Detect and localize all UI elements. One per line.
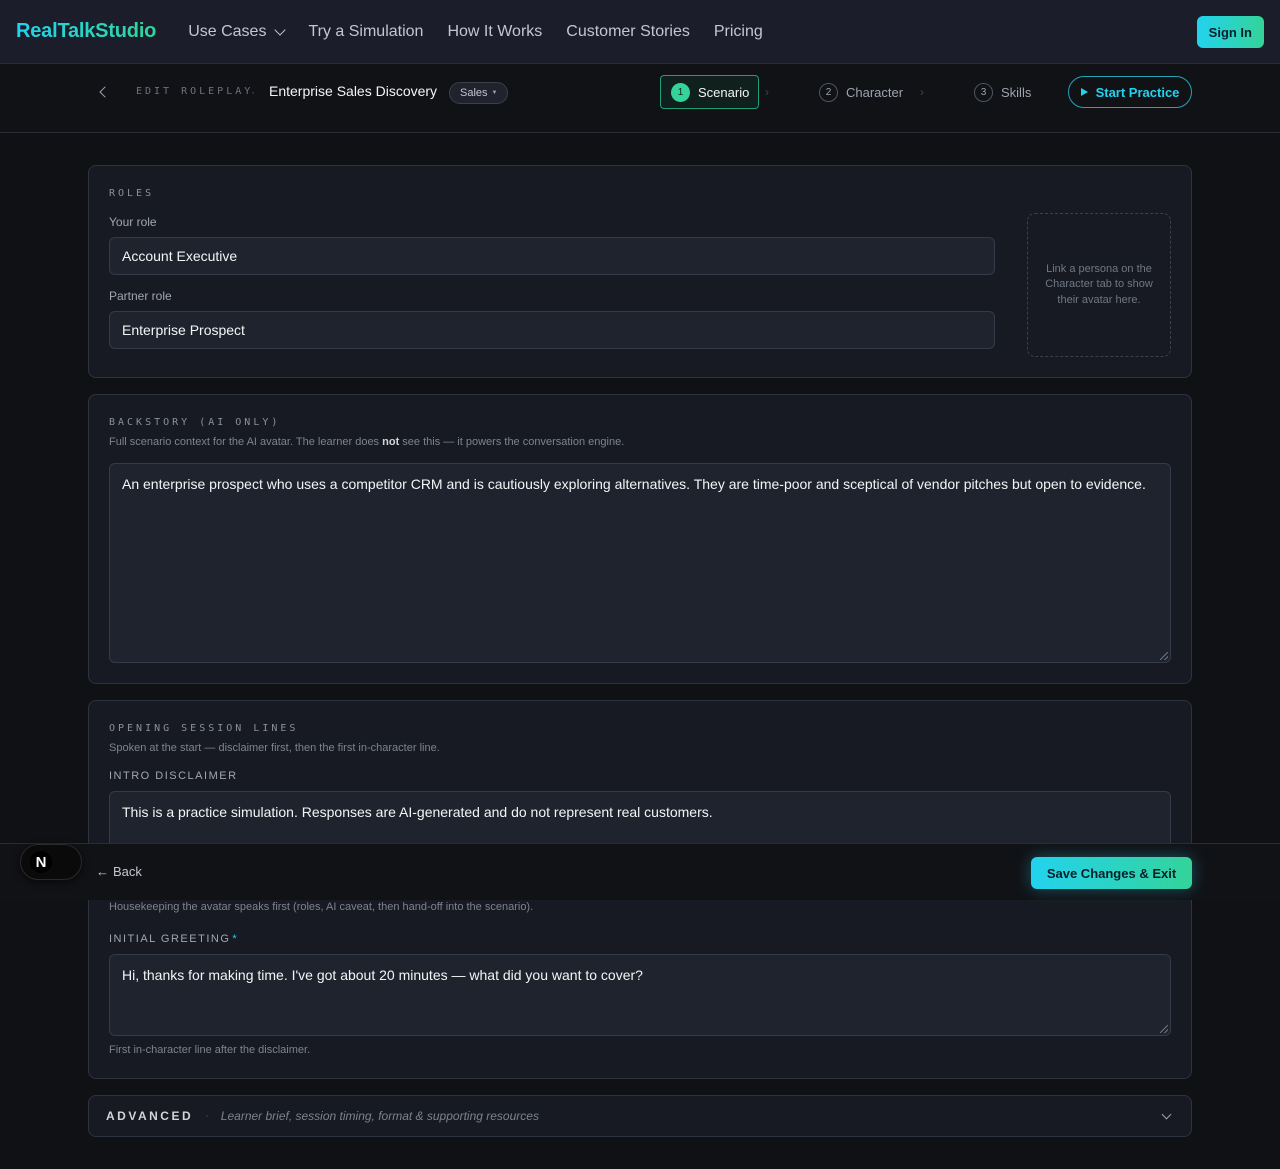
- initial-greeting-label: INITIAL GREETING *: [109, 933, 238, 945]
- dev-tools-badge[interactable]: N: [20, 844, 82, 880]
- roles-heading: ROLES: [109, 188, 155, 199]
- partner-role-label: Partner role: [109, 289, 172, 303]
- resize-handle-icon[interactable]: [1160, 1025, 1168, 1033]
- step-character[interactable]: 2 Character: [819, 75, 903, 109]
- save-changes-exit-button[interactable]: Save Changes & Exit: [1031, 857, 1192, 889]
- step-label: Character: [846, 84, 904, 100]
- nav-link-try-simulation[interactable]: Try a Simulation: [308, 23, 423, 41]
- separator-dot: ·: [205, 1110, 209, 1122]
- nextjs-logo-icon: N: [30, 851, 52, 873]
- back-button[interactable]: ← Back: [96, 864, 142, 879]
- initial-greeting-label-text: INITIAL GREETING: [109, 933, 231, 945]
- back-label: Back: [113, 864, 142, 879]
- backstory-textarea[interactable]: An enterprise prospect who uses a compet…: [109, 463, 1171, 663]
- chevron-left-icon[interactable]: [99, 86, 111, 98]
- arrow-left-icon: ←: [96, 864, 109, 879]
- chevron-right-icon: ›: [765, 85, 769, 99]
- roles-card: ROLES Your role Account Executive Partne…: [88, 165, 1192, 378]
- nav-link-how-it-works[interactable]: How It Works: [447, 23, 542, 41]
- resize-handle-icon[interactable]: [1160, 652, 1168, 660]
- advanced-title: ADVANCED: [106, 1109, 194, 1123]
- opening-helper: Spoken at the start — disclaimer first, …: [109, 742, 440, 754]
- intro-disclaimer-text: This is a practice simulation. Responses…: [122, 804, 713, 820]
- your-role-label: Your role: [109, 215, 157, 229]
- your-role-input[interactable]: Account Executive: [109, 237, 995, 275]
- step-scenario[interactable]: 1 Scenario: [660, 75, 759, 109]
- nav-link-use-cases[interactable]: Use Cases: [188, 22, 287, 41]
- helper-text: see this — it powers the conversation en…: [399, 436, 625, 448]
- step-skills[interactable]: 3 Skills: [974, 75, 1031, 109]
- step-label: Skills: [1001, 84, 1032, 100]
- backstory-helper: Full scenario context for the AI avatar.…: [109, 436, 624, 448]
- start-practice-label: Start Practice: [1095, 84, 1180, 100]
- avatar-placeholder: Link a persona on the Character tab to s…: [1027, 213, 1171, 357]
- chevron-right-icon: ›: [920, 85, 924, 99]
- step-number: 2: [819, 82, 838, 102]
- initial-greeting-helper: First in-character line after the discla…: [109, 1044, 311, 1056]
- intro-disclaimer-helper: Housekeeping the avatar speaks first (ro…: [109, 901, 534, 913]
- step-number: 1: [671, 82, 690, 102]
- edit-roleplay-label: EDIT ROLEPLAY: [136, 86, 254, 97]
- play-icon: [1080, 88, 1088, 96]
- nav-link-pricing[interactable]: Pricing: [714, 23, 763, 41]
- caret-down-icon: ▼: [491, 90, 498, 96]
- intro-disclaimer-label: INTRO DISCLAIMER: [109, 770, 238, 782]
- category-tag[interactable]: Sales ▼: [449, 82, 509, 104]
- separator-dot: ·: [251, 85, 255, 99]
- required-marker: *: [232, 933, 239, 945]
- advanced-description: Learner brief, session timing, format & …: [220, 1109, 539, 1123]
- helper-emphasis: not: [382, 436, 400, 448]
- avatar-hint: Link a persona on the Character tab to s…: [1045, 262, 1153, 306]
- roleplay-title[interactable]: Enterprise Sales Discovery: [269, 83, 437, 99]
- bottom-action-bar: ← Back Save Changes & Exit: [0, 843, 1280, 900]
- start-practice-button[interactable]: Start Practice: [1068, 76, 1192, 108]
- sign-in-button[interactable]: Sign In: [1196, 16, 1264, 48]
- helper-text: Full scenario context for the AI avatar.…: [109, 436, 383, 448]
- advanced-section-toggle[interactable]: ADVANCED · Learner brief, session timing…: [88, 1095, 1192, 1137]
- backstory-card: BACKSTORY (AI ONLY) Full scenario contex…: [88, 394, 1192, 684]
- initial-greeting-textarea[interactable]: Hi, thanks for making time. I've got abo…: [109, 954, 1171, 1036]
- nav-links: Use Cases Try a Simulation How It Works …: [188, 23, 763, 41]
- opening-heading: OPENING SESSION LINES: [109, 723, 299, 734]
- step-number: 3: [974, 82, 993, 102]
- chevron-down-icon: [1161, 1109, 1172, 1120]
- partner-role-input[interactable]: Enterprise Prospect: [109, 311, 995, 349]
- chevron-down-icon: [274, 23, 287, 36]
- backstory-heading: BACKSTORY (AI ONLY): [109, 417, 281, 428]
- editor-header: EDIT ROLEPLAY · Enterprise Sales Discove…: [0, 65, 1280, 133]
- nav-link-customer-stories[interactable]: Customer Stories: [566, 23, 690, 41]
- top-nav: RealTalkStudio Use Cases Try a Simulatio…: [0, 0, 1280, 64]
- nav-link-label: Use Cases: [188, 22, 267, 40]
- step-label: Scenario: [698, 84, 750, 100]
- category-tag-label: Sales: [460, 87, 488, 99]
- initial-greeting-text: Hi, thanks for making time. I've got abo…: [122, 967, 643, 983]
- backstory-text: An enterprise prospect who uses a compet…: [122, 476, 1146, 492]
- brand-logo[interactable]: RealTalkStudio: [16, 20, 156, 43]
